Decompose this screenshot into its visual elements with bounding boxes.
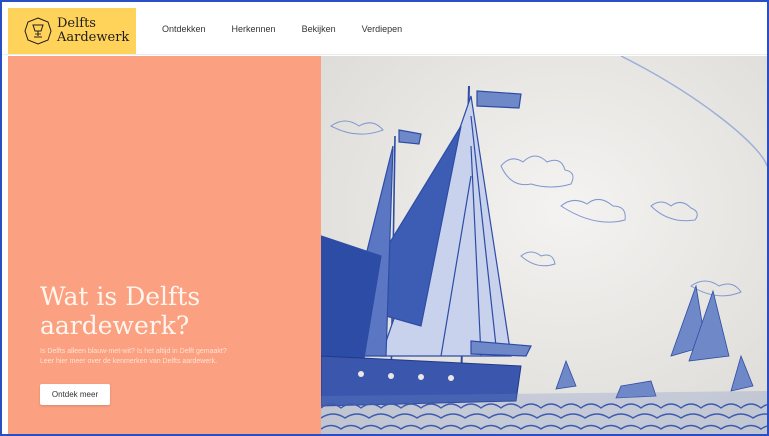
logo-line-1: Delfts bbox=[57, 16, 96, 31]
nav-item-herkennen[interactable]: Herkennen bbox=[232, 24, 276, 34]
logo-wordmark: Delfts Aardewerk bbox=[57, 17, 129, 45]
nav-item-verdiepen[interactable]: Verdiepen bbox=[362, 24, 403, 34]
hero-subtitle: Is Delfts alleen blauw-met-wit? Is het a… bbox=[40, 347, 320, 367]
chalice-emblem-icon bbox=[24, 17, 52, 45]
hero-text-panel: Wat is Delfts aardewerk? Is Delfts allee… bbox=[8, 56, 321, 434]
hero-subtitle-line-1: Is Delfts alleen blauw-met-wit? Is het a… bbox=[40, 348, 227, 355]
nav-item-ontdekken[interactable]: Ontdekken bbox=[162, 24, 206, 34]
hero-subtitle-line-2: Leer hier meer over de kenmerken van Del… bbox=[40, 358, 218, 365]
logo-line-2: Aardewerk bbox=[57, 30, 130, 45]
hero-title: Wat is Delfts aardewerk? bbox=[40, 282, 201, 340]
ontdek-meer-button[interactable]: Ontdek meer bbox=[40, 384, 110, 405]
hero-image bbox=[321, 56, 767, 434]
site-header: Delfts Aardewerk Ontdekken Herkennen Bek… bbox=[2, 2, 767, 55]
main-nav: Ontdekken Herkennen Bekijken Verdiepen bbox=[162, 2, 428, 55]
blue-and-white-ship-tile-image bbox=[321, 56, 767, 434]
site-logo[interactable]: Delfts Aardewerk bbox=[8, 8, 136, 54]
nav-item-bekijken[interactable]: Bekijken bbox=[302, 24, 336, 34]
browser-viewport: Delfts Aardewerk Ontdekken Herkennen Bek… bbox=[0, 0, 769, 436]
